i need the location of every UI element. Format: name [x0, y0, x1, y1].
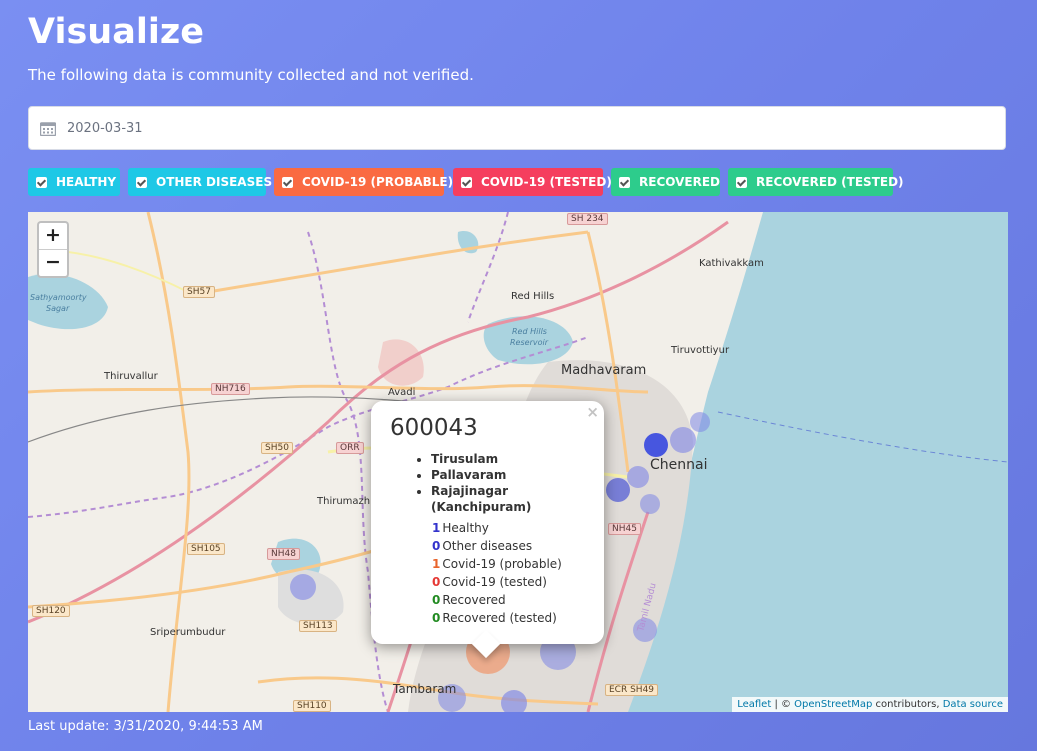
filter-label: COVID-19 (TESTED) [481, 175, 612, 189]
road-shield: ORR [336, 442, 364, 454]
place-label: Chennai [650, 457, 707, 473]
place-label: Sriperumbudur [150, 627, 226, 638]
place-label: Sagar [46, 304, 70, 313]
filter-healthy[interactable]: HEALTHY [28, 168, 120, 196]
filter-covid-tested[interactable]: COVID-19 (TESTED) [453, 168, 612, 196]
popup-area-list: Tirusulam Pallavaram Rajajinagar (Kanchi… [411, 451, 604, 515]
map-popup: × 600043 Tirusulam Pallavaram Rajajinaga… [371, 401, 604, 659]
popup-pincode: 600043 [390, 415, 478, 441]
road-shield: SH57 [183, 286, 215, 298]
place-label: Red Hills [512, 327, 547, 336]
filter-label: HEALTHY [56, 175, 117, 189]
checkbox-icon[interactable] [136, 176, 147, 188]
count-label: Recovered [442, 593, 506, 607]
zoom-in-button[interactable]: + [39, 223, 67, 250]
attribution-separator: | © [771, 699, 795, 710]
list-item: Pallavaram [431, 467, 604, 483]
count-value: 1 [432, 557, 441, 571]
page-subtitle: The following data is community collecte… [28, 66, 474, 84]
road-shield: SH50 [261, 442, 293, 454]
last-update: Last update: 3/31/2020, 9:44:53 AM [28, 719, 263, 734]
count-value: 0 [432, 575, 441, 589]
road-shield: SH120 [32, 605, 70, 617]
map[interactable]: Kathivakkam Sathyamoorty Sagar Red Hills… [28, 212, 1008, 712]
filter-label: RECOVERED (TESTED) [756, 175, 904, 189]
checkbox-icon[interactable] [282, 176, 293, 188]
place-label: Madhavaram [561, 363, 646, 378]
close-icon[interactable]: × [586, 403, 599, 421]
count-row-covid-probable: 1 Covid-19 (probable) [432, 557, 562, 571]
road-shield: NH45 [608, 523, 641, 535]
count-value: 0 [432, 539, 441, 553]
page-title: Visualize [28, 12, 204, 52]
filter-recovered-tested[interactable]: RECOVERED (TESTED) [728, 168, 904, 196]
place-label: Tambaram [392, 682, 456, 696]
place-label: Kathivakkam [699, 258, 764, 269]
date-picker[interactable] [28, 106, 1006, 150]
data-source-link[interactable]: Data source [943, 699, 1003, 710]
place-label: Tiruvottiyur [670, 345, 730, 356]
filter-label: OTHER DISEASES [156, 175, 273, 189]
count-row-other-diseases: 0 Other diseases [432, 539, 532, 553]
filter-covid-probable[interactable]: COVID-19 (PROBABLE) [274, 168, 453, 196]
road-shield: NH716 [211, 383, 250, 395]
place-label: Reservoir [510, 338, 549, 347]
calendar-icon [40, 122, 56, 136]
count-label: Covid-19 (tested) [442, 575, 547, 589]
list-item: Tirusulam [431, 451, 604, 467]
count-label: Covid-19 (probable) [442, 557, 562, 571]
road-shield: SH 234 [567, 213, 608, 225]
count-value: 0 [432, 593, 441, 607]
checkbox-icon[interactable] [619, 176, 630, 188]
count-value: 1 [432, 521, 441, 535]
count-label: Other diseases [442, 539, 533, 553]
count-row-covid-tested: 0 Covid-19 (tested) [432, 575, 547, 589]
filter-label: COVID-19 (PROBABLE) [302, 175, 454, 189]
place-label: Thirumazh [316, 496, 370, 507]
checkbox-icon[interactable] [736, 176, 747, 188]
filter-other-diseases[interactable]: OTHER DISEASES [128, 168, 272, 196]
road-shield: SH105 [187, 543, 225, 555]
road-shield: NH48 [267, 548, 300, 560]
place-label: Sathyamoorty [30, 293, 87, 302]
filter-recovered[interactable]: RECOVERED [611, 168, 720, 196]
road-shield: SH110 [293, 700, 331, 712]
checkbox-icon[interactable] [36, 176, 47, 188]
leaflet-link[interactable]: Leaflet [737, 699, 771, 710]
count-row-healthy: 1 Healthy [432, 521, 489, 535]
count-row-recovered: 0 Recovered [432, 593, 506, 607]
count-label: Healthy [442, 521, 489, 535]
count-value: 0 [432, 611, 441, 625]
filter-label: RECOVERED [639, 175, 721, 189]
count-row-recovered-tested: 0 Recovered (tested) [432, 611, 557, 625]
place-label: Thiruvallur [103, 371, 159, 382]
date-input[interactable] [67, 107, 967, 149]
map-attribution: Leaflet | © OpenStreetMap contributors, … [732, 697, 1008, 712]
zoom-out-button[interactable]: − [39, 250, 67, 276]
attribution-text: contributors, [872, 699, 943, 710]
zoom-control: + − [37, 221, 69, 278]
road-shield: SH113 [299, 620, 337, 632]
count-label: Recovered (tested) [442, 611, 557, 625]
road-shield: ECR SH49 [605, 684, 659, 696]
osm-link[interactable]: OpenStreetMap [794, 699, 872, 710]
place-label: Red Hills [511, 291, 554, 302]
checkbox-icon[interactable] [461, 176, 472, 188]
place-label: Avadi [388, 387, 415, 398]
list-item: Rajajinagar (Kanchipuram) [431, 483, 604, 515]
